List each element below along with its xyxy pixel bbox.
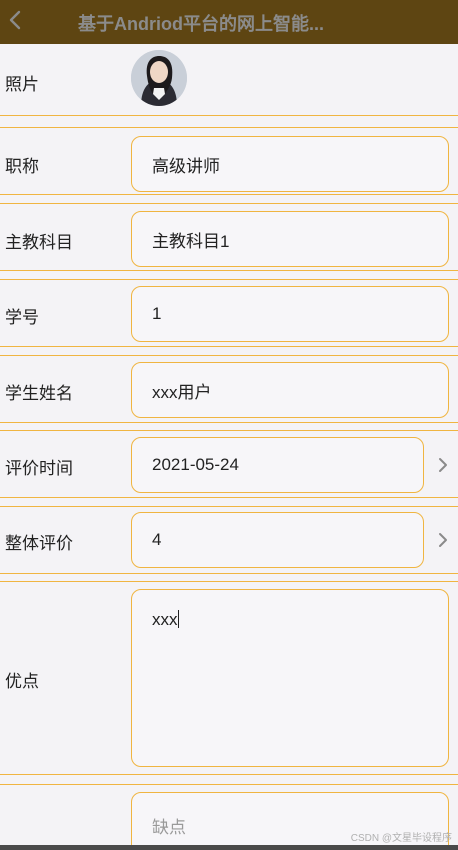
eval-time-field[interactable]: 2021-05-24: [131, 437, 424, 493]
strengths-label: 优点: [5, 672, 39, 691]
avatar-image: [131, 50, 187, 106]
eval-time-label: 评价时间: [5, 459, 73, 478]
watermark: CSDN @文星毕设程序: [350, 833, 452, 844]
student-name-field[interactable]: xxx用户: [131, 362, 449, 418]
back-arrow-icon[interactable]: [4, 8, 28, 32]
chevron-right-icon[interactable]: [436, 456, 450, 474]
student-id-label: 学号: [5, 308, 39, 327]
overall-field[interactable]: 4: [131, 512, 424, 568]
photo-label: 照片: [5, 75, 39, 94]
student-id-field[interactable]: 1: [131, 286, 449, 342]
chevron-right-icon[interactable]: [436, 531, 450, 549]
text-cursor: [177, 610, 179, 628]
page-title: 基于Andriod平台的网上智能...: [78, 14, 324, 34]
app-header: 基于Andriod平台的网上智能...: [0, 0, 458, 44]
subject-field[interactable]: 主教科目1: [131, 211, 449, 267]
photo-row: [0, 44, 458, 116]
strengths-textarea[interactable]: xxx: [131, 589, 449, 767]
title-field[interactable]: 高级讲师: [131, 136, 449, 192]
strengths-text: xxx: [152, 610, 178, 629]
avatar[interactable]: [131, 50, 187, 106]
overall-label: 整体评价: [5, 534, 73, 553]
weakness-placeholder: 缺点: [152, 818, 186, 837]
title-label: 职称: [5, 157, 39, 176]
subject-label: 主教科目: [5, 233, 73, 252]
student-name-label: 学生姓名: [5, 384, 73, 403]
bottom-bar: [0, 845, 458, 850]
